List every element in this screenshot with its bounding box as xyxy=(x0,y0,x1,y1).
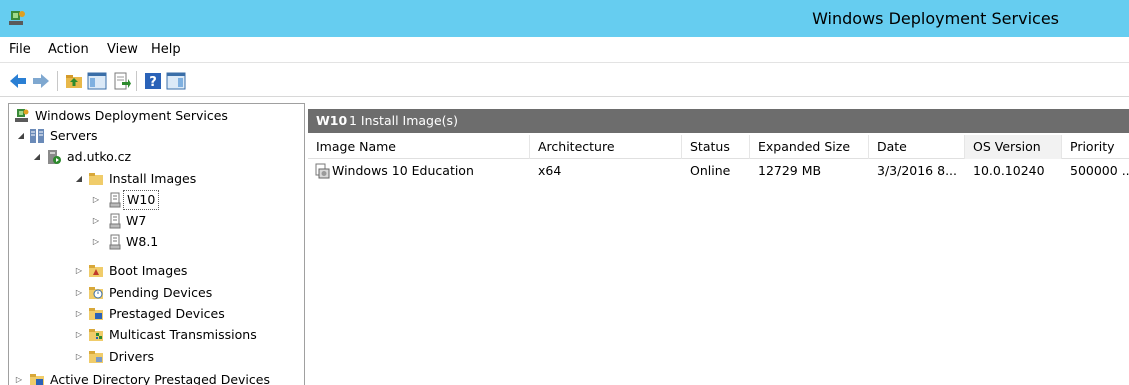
wds-server-icon xyxy=(15,109,29,122)
title-bar: Windows Deployment Services xyxy=(0,0,1129,37)
image-group-icon xyxy=(109,213,121,229)
tree-node-ad-prestaged-devices[interactable]: ▷ Active Directory Prestaged Devices xyxy=(9,370,304,385)
collapsed-arrow-icon[interactable]: ▷ xyxy=(74,325,84,345)
tree-node-servers[interactable]: ◢ Servers xyxy=(9,126,299,146)
image-group-icon xyxy=(109,192,121,208)
results-header: W10 1 Install Image(s) xyxy=(308,109,1129,133)
toolbar-separator xyxy=(57,71,58,91)
tree-label: Servers xyxy=(50,128,98,143)
forward-arrow-icon[interactable] xyxy=(31,71,51,91)
help-icon[interactable]: ? xyxy=(143,71,163,91)
console-tree[interactable]: Windows Deployment Services ◢ Servers ◢ … xyxy=(8,103,305,385)
cell-priority: 500000 ... xyxy=(1070,163,1129,178)
expanded-arrow-icon[interactable]: ◢ xyxy=(32,147,42,167)
tree-node-group-w81[interactable]: ▷ W8.1 xyxy=(9,232,299,252)
cell-image-name: Windows 10 Education xyxy=(332,163,474,178)
cell-expanded-size: 12729 MB xyxy=(758,163,822,178)
tree-label: Windows Deployment Services xyxy=(35,108,228,123)
tree-node-drivers[interactable]: ▷ Drivers xyxy=(9,347,299,367)
show-action-pane-icon[interactable] xyxy=(166,71,186,91)
collapsed-arrow-icon[interactable]: ▷ xyxy=(74,347,84,367)
tree-node-install-images[interactable]: ◢ Install Images xyxy=(9,169,299,189)
collapsed-arrow-icon[interactable]: ▷ xyxy=(74,261,84,281)
tree-label: Drivers xyxy=(109,349,154,364)
table-row[interactable]: Windows 10 Education x64 Online 12729 MB… xyxy=(308,160,1129,182)
tree-label: Boot Images xyxy=(109,263,188,278)
image-group-icon xyxy=(109,234,121,250)
tree-label: Prestaged Devices xyxy=(109,306,225,321)
export-list-icon[interactable] xyxy=(112,71,132,91)
tree-node-multicast[interactable]: ▷ Multicast Transmissions xyxy=(9,325,299,345)
toolbar: ? xyxy=(0,63,1129,97)
menu-view[interactable]: View xyxy=(107,42,138,57)
show-hide-tree-icon[interactable] xyxy=(87,71,107,91)
menu-file[interactable]: File xyxy=(9,42,31,57)
menu-bar: File Action View Help xyxy=(0,37,1129,63)
expanded-arrow-icon[interactable]: ◢ xyxy=(16,126,26,146)
tree-label: W7 xyxy=(126,213,147,228)
column-header-expanded-size[interactable]: Expanded Size xyxy=(750,135,869,159)
menu-action[interactable]: Action xyxy=(48,42,89,57)
tree-label: ad.utko.cz xyxy=(67,149,132,164)
boot-images-folder-icon xyxy=(89,265,103,277)
multicast-folder-icon xyxy=(89,329,103,341)
tree-node-prestaged-devices[interactable]: ▷ Prestaged Devices xyxy=(9,304,299,324)
server-icon xyxy=(48,150,61,164)
prestaged-devices-folder-icon xyxy=(89,308,103,320)
column-header-row: Image Name Architecture Status Expanded … xyxy=(308,135,1129,159)
cell-architecture: x64 xyxy=(538,163,562,178)
cell-status: Online xyxy=(690,163,731,178)
drivers-folder-icon xyxy=(89,351,103,363)
collapsed-arrow-icon[interactable]: ▷ xyxy=(74,283,84,303)
menu-help[interactable]: Help xyxy=(151,42,181,57)
toolbar-separator xyxy=(136,71,137,91)
column-header-date[interactable]: Date xyxy=(869,135,965,159)
tree-node-boot-images[interactable]: ▷ Boot Images xyxy=(9,261,299,281)
tree-label: Active Directory Prestaged Devices xyxy=(50,372,270,385)
column-header-os-version[interactable]: OS Version xyxy=(965,135,1062,159)
up-folder-icon[interactable] xyxy=(64,71,84,91)
expanded-arrow-icon[interactable]: ◢ xyxy=(74,169,84,189)
column-header-priority[interactable]: Priority xyxy=(1062,135,1129,159)
folder-icon xyxy=(89,173,103,185)
column-header-architecture[interactable]: Architecture xyxy=(530,135,682,159)
cell-date: 3/3/2016 8... xyxy=(877,163,957,178)
tree-node-group-w10[interactable]: ▷ W10 xyxy=(9,190,299,210)
tree-node-pending-devices[interactable]: ▷ Pending Devices xyxy=(9,283,299,303)
tree-node-group-w7[interactable]: ▷ W7 xyxy=(9,211,299,231)
results-pane: W10 1 Install Image(s) Image Name Archit… xyxy=(308,103,1129,385)
collapsed-arrow-icon[interactable]: ▷ xyxy=(91,232,101,252)
tree-node-root[interactable]: Windows Deployment Services xyxy=(9,106,299,126)
window-title: Windows Deployment Services xyxy=(812,9,1059,28)
servers-icon xyxy=(30,129,44,143)
tree-label: W10 xyxy=(123,190,160,210)
collapsed-arrow-icon[interactable]: ▷ xyxy=(91,190,101,210)
back-arrow-icon[interactable] xyxy=(8,71,28,91)
tree-label: W8.1 xyxy=(126,234,159,249)
results-count: 1 Install Image(s) xyxy=(349,113,458,128)
svg-text:?: ? xyxy=(149,75,157,90)
column-header-image-name[interactable]: Image Name xyxy=(308,135,530,159)
pending-devices-folder-icon xyxy=(89,287,103,299)
tree-label: Multicast Transmissions xyxy=(109,327,257,342)
collapsed-arrow-icon[interactable]: ▷ xyxy=(91,211,101,231)
ad-prestaged-devices-folder-icon xyxy=(30,374,44,385)
tree-label: Pending Devices xyxy=(109,285,213,300)
results-group-name: W10 xyxy=(316,113,348,128)
collapsed-arrow-icon[interactable]: ▷ xyxy=(14,370,24,385)
tree-label: Install Images xyxy=(109,171,197,186)
column-header-status[interactable]: Status xyxy=(682,135,750,159)
tree-node-server[interactable]: ◢ ad.utko.cz xyxy=(9,147,299,167)
cell-os-version: 10.0.10240 xyxy=(973,163,1045,178)
collapsed-arrow-icon[interactable]: ▷ xyxy=(74,304,84,324)
